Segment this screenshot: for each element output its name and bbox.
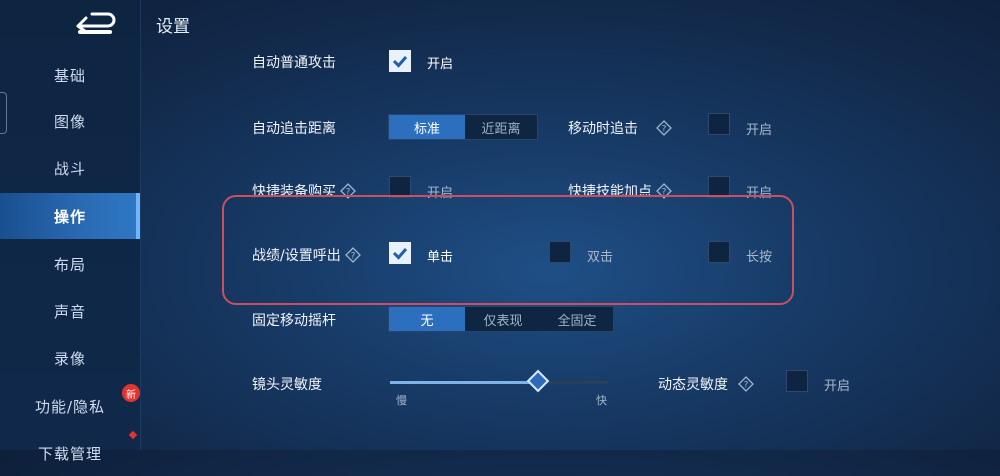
slider-min-label: 慢: [396, 394, 407, 407]
highlight-box: [222, 195, 794, 305]
svg-text:?: ?: [744, 381, 749, 391]
auto-chase-segmented: 标准 近距离: [388, 114, 538, 140]
sidebar-item-basic[interactable]: 基础: [0, 52, 140, 98]
help-icon[interactable]: ?: [738, 376, 754, 392]
slider-knob[interactable]: [526, 369, 550, 393]
dynamic-sens-label: 动态灵敏度 ?: [658, 374, 754, 394]
sidebar-item-sound[interactable]: 声音: [0, 288, 140, 334]
sidebar: 基础 图像 战斗 操作 布局 声音 录像 功能/隐私 下载管理 新: [0, 0, 141, 463]
svg-text:?: ?: [662, 125, 667, 135]
sidebar-item-label: 操作: [53, 207, 86, 226]
auto-chase-option-close[interactable]: 近距离: [465, 115, 537, 139]
fixed-joystick-option-none[interactable]: 无: [389, 307, 465, 331]
checkmark-icon: [392, 56, 408, 68]
setting-label-text: 自动追击距离: [252, 121, 336, 137]
camera-sens-label: 镜头灵敏度: [252, 374, 322, 394]
sidebar-item-privacy[interactable]: 功能/隐私: [0, 383, 140, 429]
sidebar-item-label: 声音: [53, 302, 86, 321]
setting-label-text: 固定移动摇杆: [252, 313, 336, 329]
sidebar-item-downloads[interactable]: 下载管理: [0, 430, 140, 476]
new-badge: 新: [122, 384, 140, 402]
sidebar-item-label: 录像: [53, 349, 86, 368]
auto-chase-label: 自动追击距离: [252, 118, 336, 138]
fixed-joystick-label: 固定移动摇杆: [252, 310, 336, 330]
sidebar-item-label: 布局: [53, 255, 86, 274]
dynamic-sens-checkbox[interactable]: [786, 370, 808, 392]
auto-chase-option-standard[interactable]: 标准: [389, 115, 465, 139]
sidebar-item-label: 基础: [53, 66, 86, 85]
setting-label-text: 动态灵敏度: [658, 377, 728, 393]
help-icon[interactable]: ?: [656, 120, 672, 136]
sidebar-item-label: 战斗: [53, 159, 86, 178]
auto-attack-label: 自动普通攻击: [252, 52, 336, 72]
sidebar-item-combat[interactable]: 战斗: [0, 145, 140, 191]
move-chase-label: 移动时追击 ?: [568, 118, 672, 138]
slider-fill: [390, 381, 539, 384]
setting-label-text: 移动时追击: [568, 121, 638, 137]
sidebar-item-label: 功能/隐私: [34, 397, 106, 416]
page-title: 设置: [156, 17, 190, 37]
fixed-joystick-option-visual[interactable]: 仅表现: [465, 307, 541, 331]
sidebar-item-label: 图像: [53, 112, 86, 131]
auto-attack-checkbox[interactable]: [389, 50, 411, 72]
back-arrow-icon[interactable]: [72, 12, 118, 36]
setting-label-text: 镜头灵敏度: [252, 377, 322, 393]
fixed-joystick-option-full[interactable]: 全固定: [541, 307, 613, 331]
setting-label-text: 自动普通攻击: [252, 55, 336, 71]
camera-sens-slider[interactable]: [390, 369, 608, 393]
auto-attack-on-label: 开启: [427, 57, 454, 72]
sidebar-item-graphics[interactable]: 图像: [0, 98, 140, 144]
move-chase-on-label: 开启: [746, 123, 773, 138]
slider-max-label: 快: [596, 394, 607, 407]
move-chase-checkbox[interactable]: [708, 113, 730, 135]
fixed-joystick-segmented: 无 仅表现 全固定: [388, 306, 614, 332]
dynamic-sens-on-label: 开启: [824, 379, 851, 394]
sidebar-item-label: 下载管理: [37, 444, 102, 463]
sidebar-item-layout[interactable]: 布局: [0, 241, 140, 287]
sidebar-item-replay[interactable]: 录像: [0, 335, 140, 381]
sidebar-item-controls[interactable]: 操作: [0, 193, 140, 239]
